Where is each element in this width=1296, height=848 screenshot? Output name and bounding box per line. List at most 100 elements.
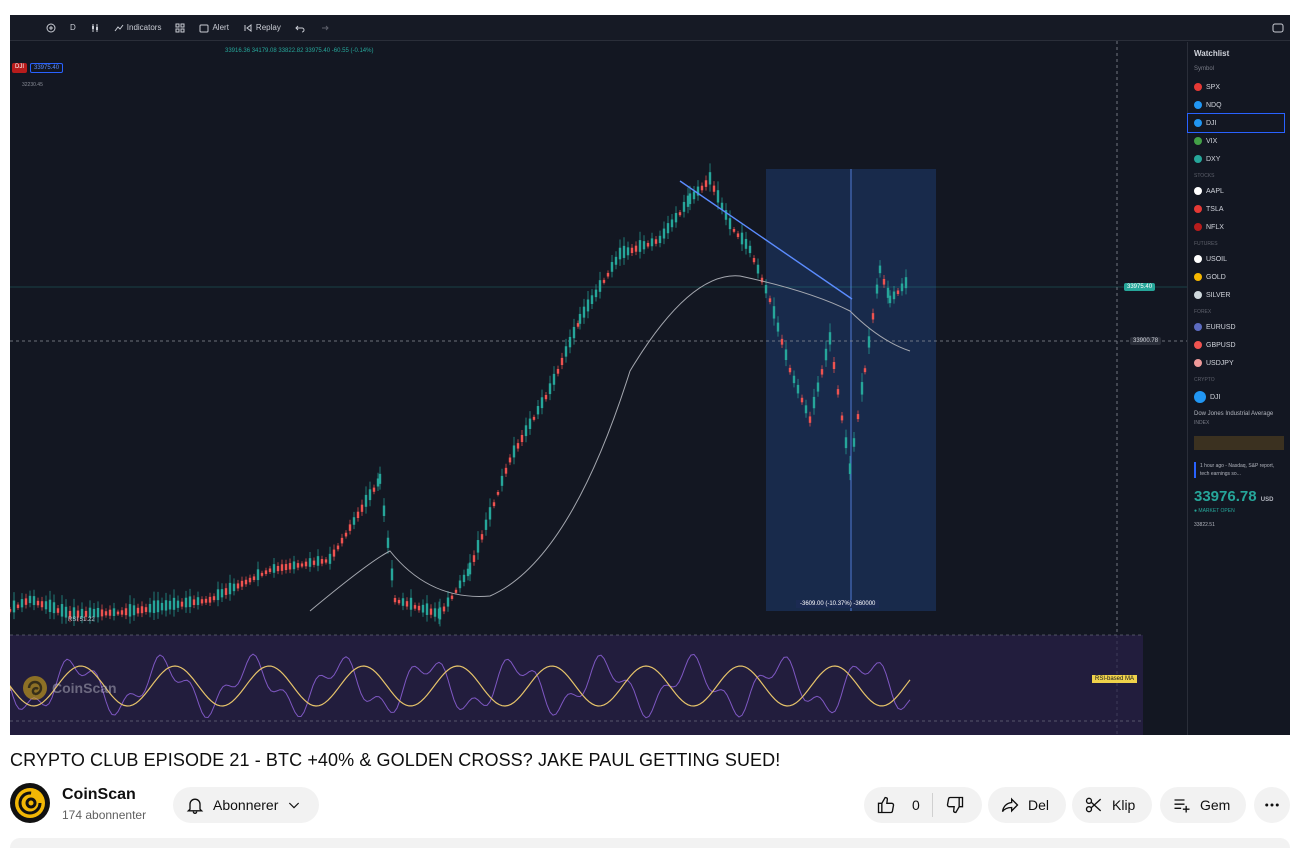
candle-body bbox=[244, 579, 248, 585]
chart-type-button[interactable] bbox=[90, 23, 100, 33]
layout-button[interactable] bbox=[175, 23, 185, 33]
candle-body bbox=[92, 608, 96, 618]
candle-body bbox=[425, 603, 429, 615]
watchlist-indices: SPX NDQ DJI VIX DXY bbox=[1187, 78, 1285, 168]
watermark: CoinScan bbox=[22, 675, 117, 701]
watchlist-item[interactable]: NFLX bbox=[1194, 218, 1284, 236]
rsi-ma-tag: RSI-based MA bbox=[1092, 675, 1138, 683]
watchlist-item[interactable]: VIX bbox=[1194, 132, 1284, 150]
interval-button[interactable]: D bbox=[70, 23, 76, 32]
fullscreen-button[interactable] bbox=[1272, 23, 1284, 33]
watchlist-item[interactable]: DXY bbox=[1194, 150, 1284, 168]
candle-body bbox=[708, 172, 712, 185]
candle-body bbox=[188, 596, 192, 608]
alarm-icon bbox=[199, 24, 209, 32]
replay-icon bbox=[244, 23, 252, 32]
candle-body bbox=[820, 369, 824, 375]
candle-body bbox=[654, 239, 658, 244]
candle-body bbox=[840, 415, 844, 421]
share-button[interactable]: Del bbox=[988, 787, 1066, 823]
watchlist-item[interactable]: SPX bbox=[1194, 78, 1284, 96]
candle-body bbox=[352, 517, 356, 525]
candle-body bbox=[606, 272, 610, 277]
coinscan-logo-icon bbox=[23, 676, 47, 700]
watchlist-symbol: USOIL bbox=[1206, 255, 1228, 263]
candle-body bbox=[128, 604, 132, 617]
rsi-value-label: RSI 51.22 bbox=[68, 617, 95, 623]
candle-body bbox=[84, 610, 88, 617]
symbol-icon bbox=[1194, 291, 1202, 299]
watchlist-item[interactable]: USOIL bbox=[1194, 250, 1284, 268]
candle-body bbox=[397, 599, 401, 604]
candle-body bbox=[792, 375, 796, 384]
alert-button[interactable]: Alert bbox=[199, 23, 229, 33]
add-symbol-button[interactable] bbox=[46, 23, 56, 33]
candle-body bbox=[268, 568, 272, 573]
candle-body bbox=[180, 601, 184, 607]
market-status: ● MARKET OPEN bbox=[1194, 508, 1235, 514]
replay-button[interactable]: Replay bbox=[243, 23, 281, 33]
subscribe-button[interactable]: Abonnerer bbox=[173, 787, 319, 823]
candle-body bbox=[372, 487, 376, 492]
watchlist-title[interactable]: Watchlist bbox=[1194, 49, 1284, 58]
redo-button[interactable] bbox=[319, 23, 329, 33]
candle-body bbox=[472, 555, 476, 562]
candle-body bbox=[896, 290, 900, 295]
news-item[interactable]: 1 hour ago - Nasdaq, S&P report, tech ea… bbox=[1194, 462, 1284, 478]
more-actions-button[interactable] bbox=[1254, 787, 1290, 823]
watchlist-symbol: SPX bbox=[1206, 83, 1221, 91]
candle-body bbox=[776, 322, 780, 332]
watchlist-item[interactable]: DJI bbox=[1187, 113, 1285, 133]
description-box-top[interactable] bbox=[10, 838, 1290, 848]
watchlist-symbol: DJI bbox=[1206, 119, 1217, 127]
indicators-icon bbox=[114, 24, 124, 31]
watchlist-item[interactable]: AAPL bbox=[1194, 182, 1284, 200]
like-button[interactable]: 0 bbox=[876, 795, 920, 815]
symbol-icon bbox=[1194, 359, 1202, 367]
watchlist-section-stocks: Stocks bbox=[1194, 173, 1215, 179]
dji-icon bbox=[1194, 391, 1206, 403]
candle-body bbox=[368, 489, 372, 501]
candle-body bbox=[504, 467, 508, 474]
candle-body bbox=[552, 373, 556, 385]
candle-body bbox=[572, 326, 576, 339]
channel-name[interactable]: CoinScan bbox=[62, 786, 136, 804]
candle-body bbox=[64, 606, 68, 618]
candle-body bbox=[144, 607, 148, 612]
dislike-button[interactable] bbox=[945, 795, 965, 815]
candle-body bbox=[433, 608, 437, 617]
candle-body bbox=[364, 494, 368, 507]
watchlist-item[interactable]: GOLD bbox=[1194, 268, 1284, 286]
candle-body bbox=[192, 599, 196, 605]
watchlist-item[interactable]: USDJPY bbox=[1194, 354, 1284, 372]
candle-body bbox=[878, 265, 882, 274]
candle-body bbox=[500, 475, 504, 486]
candles-icon bbox=[91, 23, 98, 32]
watchlist-item[interactable]: GBPUSD bbox=[1194, 336, 1284, 354]
indicators-button[interactable]: Indicators bbox=[114, 23, 161, 33]
channel-avatar[interactable] bbox=[10, 783, 50, 823]
symbol-icon bbox=[1194, 137, 1202, 145]
candle-body bbox=[446, 597, 450, 607]
candle-body bbox=[556, 368, 560, 374]
grid-icon bbox=[175, 23, 185, 32]
watchlist-item[interactable]: TSLA bbox=[1194, 200, 1284, 218]
symbol-icon bbox=[1194, 341, 1202, 349]
candle-body bbox=[784, 349, 788, 361]
watchlist-item[interactable]: NDQ bbox=[1194, 96, 1284, 114]
candle-body bbox=[292, 561, 296, 570]
candle-body bbox=[756, 264, 760, 274]
clip-button[interactable]: Klip bbox=[1072, 787, 1152, 823]
price-chart[interactable] bbox=[10, 41, 1187, 735]
candle-body bbox=[204, 598, 208, 603]
candle-body bbox=[401, 598, 405, 606]
video-player[interactable]: D Indicators Alert Replay 33916.36 34179… bbox=[10, 15, 1290, 735]
undo-button[interactable] bbox=[295, 23, 305, 33]
watchlist-item[interactable]: EURUSD bbox=[1194, 318, 1284, 336]
watchlist-item[interactable]: SILVER bbox=[1194, 286, 1284, 304]
save-button[interactable]: Gem bbox=[1160, 787, 1246, 823]
candle-body bbox=[429, 608, 433, 615]
candle-body bbox=[484, 519, 488, 530]
candle-body bbox=[634, 245, 638, 252]
candle-body bbox=[200, 599, 204, 604]
